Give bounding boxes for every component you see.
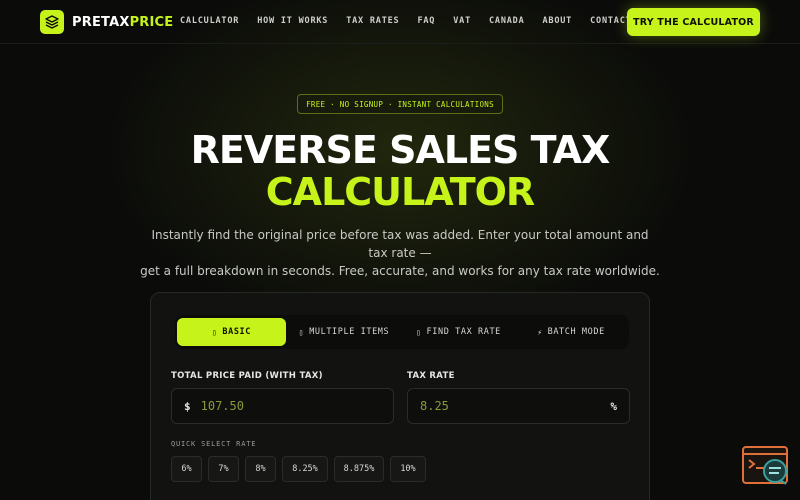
basic-tab-icon: ▯ [211, 327, 218, 337]
multiple-items-tab-icon: ▯ [298, 327, 305, 337]
nav-item-contact[interactable]: CONTACT [590, 16, 631, 26]
hero-subtitle: Instantly find the original price before… [140, 226, 660, 280]
currency-symbol: $ [184, 399, 191, 413]
total-price-placeholder: 107.50 [200, 399, 244, 413]
quick-rate-8-25[interactable]: 8.25% [282, 456, 328, 482]
tab-batch-mode-label: BATCH MODE [547, 327, 605, 337]
quick-rate-10[interactable]: 10% [390, 456, 426, 482]
percent-unit: % [610, 399, 617, 413]
chat-help-icon[interactable] [742, 446, 790, 486]
total-price-input[interactable]: $ 107.50 [171, 388, 394, 424]
tab-basic-label: BASIC [222, 327, 251, 337]
tab-find-tax-rate-label: FIND TAX RATE [426, 327, 501, 337]
quick-rate-6[interactable]: 6% [171, 456, 202, 482]
logo-text-part2: PRICE [129, 14, 174, 30]
calculator-tabs: ▯ BASIC ▯ MULTIPLE ITEMS ▯ FIND TAX RATE… [175, 315, 629, 349]
quick-select-label: QUICK SELECT RATE [171, 440, 257, 448]
nav-item-calculator[interactable]: CALCULATOR [180, 16, 239, 26]
quick-rate-7[interactable]: 7% [208, 456, 239, 482]
logo-text-part1: PRETAX [72, 14, 130, 30]
hero-subtitle-line1: Instantly find the original price before… [151, 228, 649, 260]
nav-item-canada[interactable]: CANADA [489, 16, 525, 26]
logo[interactable]: PRETAXPRICE [40, 10, 173, 34]
nav-item-faq[interactable]: FAQ [417, 16, 435, 26]
try-calculator-button[interactable]: TRY THE CALCULATOR [627, 8, 760, 36]
logo-text: PRETAXPRICE [72, 15, 173, 30]
nav-item-tax-rates[interactable]: TAX RATES [346, 16, 399, 26]
tab-basic[interactable]: ▯ BASIC [177, 318, 286, 346]
quick-rate-8[interactable]: 8% [245, 456, 276, 482]
page-title-line2: CALCULATOR [265, 170, 535, 214]
calculator-card: ▯ BASIC ▯ MULTIPLE ITEMS ▯ FIND TAX RATE… [150, 292, 650, 500]
tax-rate-input[interactable]: 8.25 % [407, 388, 630, 424]
tab-find-tax-rate[interactable]: ▯ FIND TAX RATE [402, 318, 515, 346]
site-header: PRETAXPRICE CALCULATOR HOW IT WORKS TAX … [0, 0, 800, 44]
tax-rate-placeholder: 8.25 [420, 399, 449, 413]
tax-rate-label: TAX RATE [407, 371, 455, 381]
find-tax-rate-tab-icon: ▯ [416, 327, 422, 337]
layers-icon [40, 10, 64, 34]
quick-rate-8-875[interactable]: 8.875% [334, 456, 384, 482]
hero-badge: FREE · NO SIGNUP · INSTANT CALCULATIONS [297, 94, 503, 114]
nav-item-vat[interactable]: VAT [453, 16, 471, 26]
tab-multiple-items-label: MULTIPLE ITEMS [309, 327, 390, 337]
lightning-icon: ⚡ [537, 327, 543, 337]
nav-item-how-it-works[interactable]: HOW IT WORKS [257, 16, 328, 26]
hero-subtitle-line2: get a full breakdown in seconds. Free, a… [140, 264, 660, 278]
page-title-line1: REVERSE SALES TAX [190, 128, 611, 172]
total-price-label: TOTAL PRICE PAID (WITH TAX) [171, 371, 323, 381]
nav-item-about[interactable]: ABOUT [543, 16, 573, 26]
main-nav: CALCULATOR HOW IT WORKS TAX RATES FAQ VA… [180, 16, 632, 26]
quick-rate-chips: 6% 7% 8% 8.25% 8.875% 10% [171, 456, 426, 482]
tab-multiple-items[interactable]: ▯ MULTIPLE ITEMS [286, 318, 402, 346]
tab-batch-mode[interactable]: ⚡ BATCH MODE [515, 318, 627, 346]
